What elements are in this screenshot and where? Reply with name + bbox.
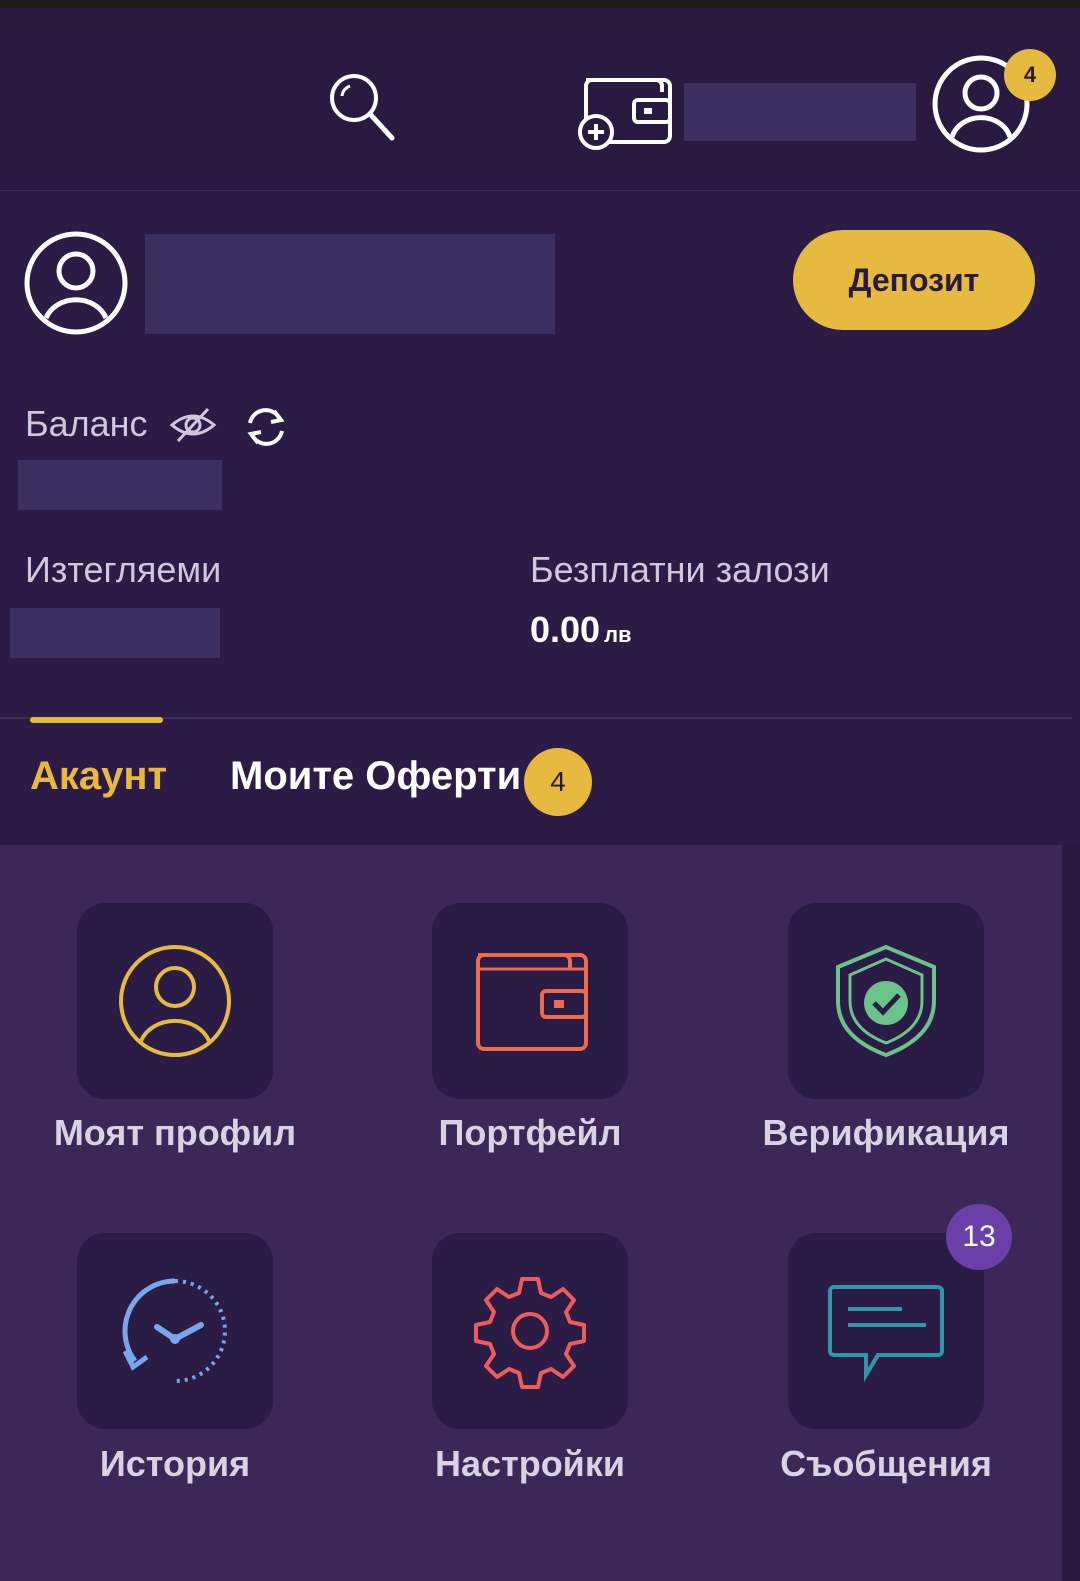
menu-item-messages[interactable]: [788, 1233, 984, 1429]
header-balance-redacted: [684, 83, 916, 141]
wallet-add-icon: [578, 78, 672, 150]
page: 4 Депозит Баланс Изтегляеми Безплатни за…: [0, 0, 1080, 1581]
tab-account[interactable]: Акаунт: [30, 754, 167, 799]
menu-label-my-profile: Моят профил: [53, 1112, 297, 1153]
active-tab-indicator: [30, 717, 163, 723]
menu-item-history[interactable]: [77, 1233, 273, 1429]
history-clock-icon: [122, 1278, 227, 1383]
menu-label-wallet: Портфейл: [438, 1112, 622, 1153]
messages-count-badge: 13: [946, 1204, 1012, 1270]
withdrawable-label: Изтегляеми: [25, 549, 222, 590]
notification-badge: 4: [1004, 49, 1056, 101]
balance-label: Баланс: [25, 403, 148, 444]
menu-item-verification[interactable]: [788, 903, 984, 1099]
message-icon: [828, 1285, 944, 1383]
deposit-button[interactable]: Депозит: [793, 230, 1035, 330]
tab-my-offers[interactable]: Моите Оферти: [230, 754, 521, 799]
refresh-icon[interactable]: [240, 403, 292, 451]
shield-check-icon: [836, 944, 936, 1058]
menu-item-wallet[interactable]: [432, 903, 628, 1099]
menu-item-settings[interactable]: [432, 1233, 628, 1429]
username-redacted: [145, 234, 555, 334]
free-bets-amount: 0.00: [530, 609, 601, 650]
avatar-icon: [24, 231, 128, 335]
balance-value-redacted: [18, 460, 222, 510]
top-bar: 4: [0, 0, 1080, 190]
free-bets-label: Безплатни залози: [530, 549, 830, 590]
withdrawable-value-redacted: [10, 608, 220, 658]
menu-label-settings: Настройки: [435, 1443, 625, 1484]
hide-balance-icon[interactable]: [168, 405, 218, 445]
free-bets-value: 0.00 лв: [530, 609, 632, 651]
menu-label-messages: Съобщения: [780, 1443, 992, 1484]
offers-count-badge: 4: [524, 748, 592, 816]
wallet-icon: [476, 953, 588, 1051]
menu-label-verification: Верификация: [762, 1112, 1010, 1153]
account-card: Депозит Баланс Изтегляеми Безплатни зало…: [0, 190, 1080, 845]
free-bets-currency: лв: [604, 622, 632, 647]
search-icon: [330, 74, 395, 141]
search-button[interactable]: [322, 66, 402, 146]
user-circle-icon: [119, 945, 231, 1057]
gear-icon: [474, 1277, 586, 1389]
menu-item-my-profile[interactable]: [77, 903, 273, 1099]
deposit-wallet-button[interactable]: [572, 60, 682, 152]
menu-label-history: История: [99, 1443, 251, 1484]
